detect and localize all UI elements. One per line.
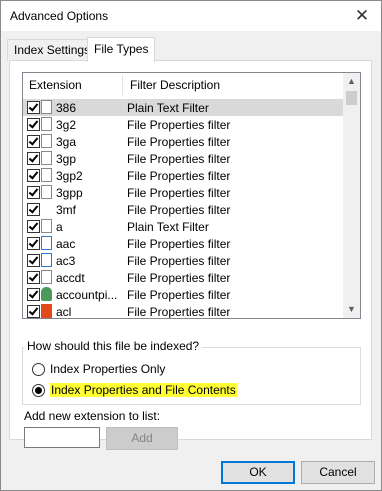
row-checkbox[interactable] <box>27 305 40 318</box>
row-extension: 3gp <box>56 152 77 166</box>
row-filter-description: File Properties filter <box>127 135 231 149</box>
list-item[interactable]: a Plain Text Filter <box>23 218 343 235</box>
column-header-filter-description[interactable]: Filter Description <box>130 78 220 92</box>
row-filter-description: Plain Text Filter <box>127 220 209 234</box>
row-filter-description: File Properties filter <box>127 305 231 319</box>
close-button[interactable]: ✕ <box>349 4 375 28</box>
highlighted-option-text: Index Properties and File Contents <box>50 383 237 397</box>
scroll-thumb[interactable] <box>346 91 357 105</box>
vertical-scrollbar[interactable]: ▲ ▼ <box>343 73 360 318</box>
list-rows: 386 Plain Text Filter 3g2 File Properties f… <box>23 99 343 319</box>
file-type-list[interactable]: Extension Filter Description 386 Plain Te… <box>22 72 361 319</box>
scroll-down-arrow-icon[interactable]: ▼ <box>343 301 360 318</box>
tab-file-types[interactable]: File Types <box>87 37 156 62</box>
list-item[interactable]: accountpi... File Properties filter <box>23 286 343 303</box>
list-item[interactable]: 3mf File Properties filter <box>23 201 343 218</box>
row-extension: ac3 <box>56 254 76 268</box>
row-extension: accountpi... <box>56 288 118 302</box>
office-file-icon <box>41 304 52 318</box>
list-item[interactable]: accdt File Properties filter <box>23 269 343 286</box>
tab-index-settings[interactable]: Index Settings <box>7 39 98 61</box>
row-checkbox[interactable] <box>27 203 40 216</box>
column-divider[interactable] <box>122 75 123 95</box>
audio-file-icon <box>41 253 52 267</box>
radio-index-properties-and-contents[interactable] <box>32 384 45 397</box>
row-extension: 3gpp <box>56 186 83 200</box>
radio-index-properties-only[interactable] <box>32 363 45 376</box>
cancel-button[interactable]: Cancel <box>301 461 375 484</box>
radio-label-index-properties-only[interactable]: Index Properties Only <box>50 362 165 376</box>
list-item[interactable]: acl File Properties filter <box>23 303 343 319</box>
media-file-icon <box>41 168 52 182</box>
row-checkbox[interactable] <box>27 288 40 301</box>
media-file-icon <box>41 117 52 131</box>
index-mode-group-label: How should this file be indexed? <box>24 339 203 353</box>
add-extension-input[interactable] <box>24 427 100 448</box>
row-filter-description: Plain Text Filter <box>127 101 209 115</box>
row-checkbox[interactable] <box>27 220 40 233</box>
media-file-icon <box>41 185 52 199</box>
list-item[interactable]: ac3 File Properties filter <box>23 252 343 269</box>
row-filter-description: File Properties filter <box>127 271 231 285</box>
blank-file-icon <box>41 270 52 284</box>
add-extension-label: Add new extension to list: <box>24 409 161 423</box>
row-checkbox[interactable] <box>27 169 40 182</box>
gear-file-icon <box>41 100 52 114</box>
list-header: Extension Filter Description <box>23 73 343 97</box>
row-extension: accdt <box>56 271 85 285</box>
file-types-tab-page: Extension Filter Description 386 Plain Te… <box>9 60 372 450</box>
media-file-icon <box>41 151 52 165</box>
row-extension: 3gp2 <box>56 169 83 183</box>
row-filter-description: File Properties filter <box>127 186 231 200</box>
row-checkbox[interactable] <box>27 254 40 267</box>
radio-label-index-properties-and-contents[interactable]: Index Properties and File Contents <box>50 383 237 397</box>
row-extension: a <box>56 220 63 234</box>
audio-file-icon <box>41 236 52 250</box>
row-filter-description: File Properties filter <box>127 237 231 251</box>
row-extension: acl <box>56 305 72 319</box>
scroll-up-arrow-icon[interactable]: ▲ <box>343 73 360 90</box>
row-extension: 3mf <box>56 203 77 217</box>
user-account-icon <box>41 287 52 301</box>
column-header-extension[interactable]: Extension <box>29 78 82 92</box>
row-checkbox[interactable] <box>27 101 40 114</box>
row-extension: aac <box>56 237 76 251</box>
blank-file-icon <box>41 219 52 233</box>
list-item[interactable]: 3gpp File Properties filter <box>23 184 343 201</box>
add-extension-button[interactable]: Add <box>106 427 178 450</box>
row-checkbox[interactable] <box>27 118 40 131</box>
row-checkbox[interactable] <box>27 237 40 250</box>
row-checkbox[interactable] <box>27 271 40 284</box>
list-item[interactable]: 3ga File Properties filter <box>23 133 343 150</box>
row-checkbox[interactable] <box>27 135 40 148</box>
dialog-client-area: Index Settings File Types Extension Filt… <box>1 31 381 490</box>
row-filter-description: File Properties filter <box>127 254 231 268</box>
row-checkbox[interactable] <box>27 152 40 165</box>
3d-builder-icon <box>41 202 52 216</box>
list-item[interactable]: 3gp2 File Properties filter <box>23 167 343 184</box>
ok-button[interactable]: OK <box>221 461 295 484</box>
row-checkbox[interactable] <box>27 186 40 199</box>
row-extension: 3ga <box>56 135 77 149</box>
blank-file-icon <box>41 134 52 148</box>
row-filter-description: File Properties filter <box>127 152 231 166</box>
row-filter-description: File Properties filter <box>127 288 231 302</box>
row-filter-description: File Properties filter <box>127 118 231 132</box>
row-extension: 386 <box>56 101 77 115</box>
advanced-options-dialog: Advanced Options ✕ Index Settings File T… <box>0 0 382 491</box>
row-filter-description: File Properties filter <box>127 203 231 217</box>
row-extension: 3g2 <box>56 118 77 132</box>
list-item[interactable]: 386 Plain Text Filter <box>23 99 343 116</box>
window-title: Advanced Options <box>10 9 109 23</box>
title-bar: Advanced Options ✕ <box>1 1 381 31</box>
list-item[interactable]: aac File Properties filter <box>23 235 343 252</box>
row-filter-description: File Properties filter <box>127 169 231 183</box>
list-item[interactable]: 3gp File Properties filter <box>23 150 343 167</box>
list-item[interactable]: 3g2 File Properties filter <box>23 116 343 133</box>
